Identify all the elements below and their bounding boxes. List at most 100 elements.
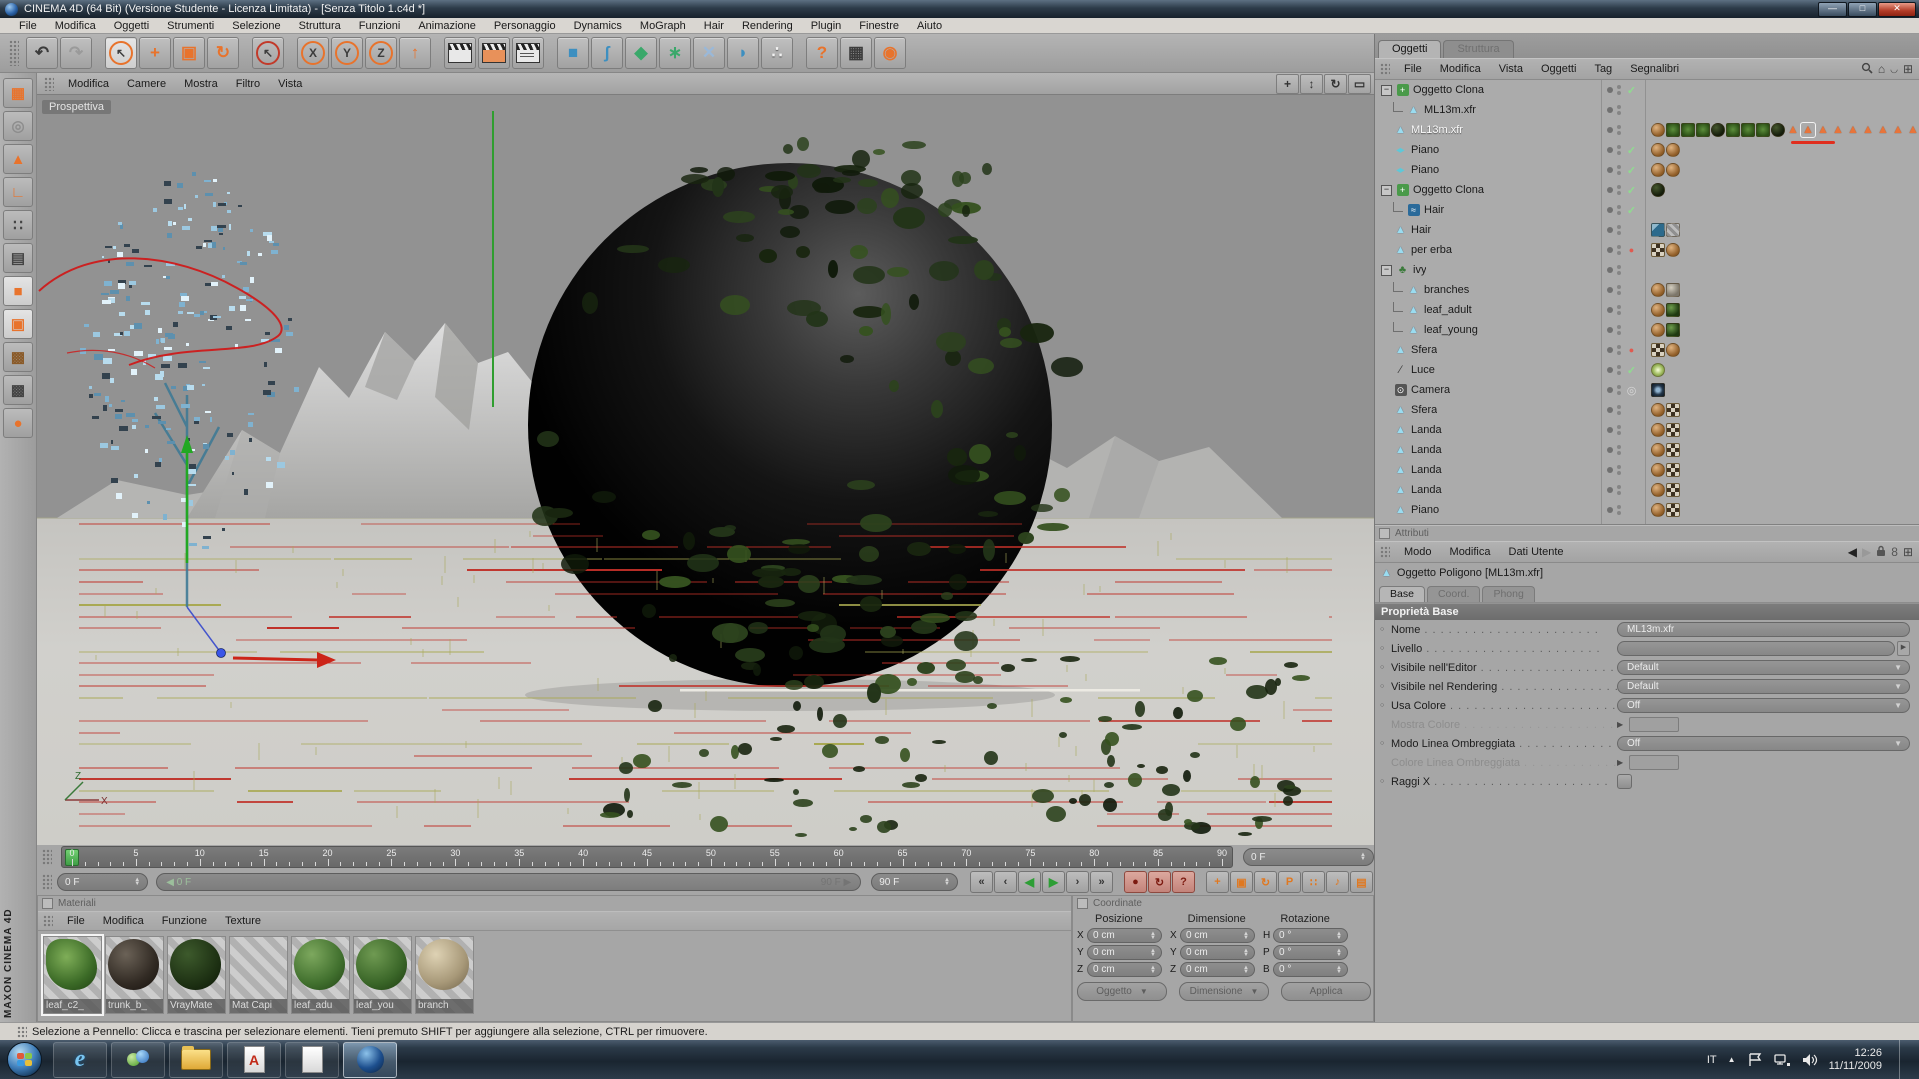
layer-dot-icon[interactable] [1607, 327, 1613, 333]
brown-tag[interactable] [1651, 443, 1665, 457]
search-icon[interactable] [1861, 62, 1873, 77]
tree-item-ml13m-xfr[interactable]: ▲ ML13m.xfr ▲ ▲ ▲ ▲ ▲ ▲ ▲ ▲ ▲ [1375, 120, 1919, 144]
record-parameter-toggle[interactable]: P [1278, 871, 1301, 893]
tree-item-per-erba[interactable]: ▲ per erba ● [1375, 240, 1919, 260]
enabled-check-icon[interactable]: ✓ [1625, 84, 1638, 97]
visibility-dots-icon[interactable] [1617, 365, 1621, 375]
goto-start-button[interactable]: « [970, 871, 993, 893]
visibility-dots-icon[interactable] [1617, 285, 1621, 295]
tree-tag[interactable] [1666, 123, 1680, 137]
checker-tag[interactable] [1666, 463, 1680, 477]
coord-input-x[interactable]: 0 cm ▲ ▼ [1180, 928, 1255, 943]
object-name[interactable]: Landa [1411, 424, 1442, 436]
brown-tag[interactable] [1651, 143, 1665, 157]
move-tool[interactable]: + [139, 37, 171, 69]
layer-dot-icon[interactable] [1607, 107, 1613, 113]
layer-dot-icon[interactable] [1607, 187, 1613, 193]
layer-dot-icon[interactable] [1607, 507, 1613, 513]
rotate-tool[interactable]: ↻ [207, 37, 239, 69]
menu-funzioni[interactable]: Funzioni [350, 20, 410, 32]
object-name[interactable]: Hair [1411, 224, 1431, 236]
hairbrush-tag[interactable] [1651, 223, 1665, 237]
add-deformer[interactable]: ✕ [693, 37, 725, 69]
uv-polygon-mode-button[interactable]: ▣ [3, 309, 33, 339]
tree-item-landa[interactable]: ▲ Landa [1375, 440, 1919, 460]
tree-item-hair[interactable]: ≈ Hair ✓ [1375, 200, 1919, 220]
layer-dot-icon[interactable] [1607, 427, 1613, 433]
tree-tag[interactable] [1741, 123, 1755, 137]
coordinate-system[interactable]: ↑ [399, 37, 431, 69]
materials-menu-file[interactable]: File [58, 915, 94, 927]
color-swatch[interactable] [1629, 755, 1679, 770]
attr-dropdown-visibile-nel-rendering[interactable]: Default ▼ [1617, 679, 1910, 694]
link-icon[interactable]: 8 [1891, 545, 1898, 559]
minimize-button[interactable]: — [1818, 2, 1847, 17]
tree-tag[interactable] [1681, 123, 1695, 137]
expand-arrow-icon[interactable]: ▶ [1617, 720, 1629, 729]
object-name[interactable]: Oggetto Clona [1413, 184, 1484, 196]
tab-struttura[interactable]: Struttura [1443, 40, 1514, 58]
maximize-button[interactable]: □ [1848, 2, 1877, 17]
apply-button[interactable]: Applica [1281, 982, 1371, 1001]
axis-mode-button[interactable]: ∟ [3, 177, 33, 207]
visibility-dots-icon[interactable] [1617, 205, 1621, 215]
object-name[interactable]: leaf_young [1424, 324, 1478, 336]
expander-icon[interactable]: − [1381, 84, 1392, 96]
viewport-pan-button[interactable]: + [1276, 73, 1299, 94]
viewport-maximize-button[interactable]: ▭ [1348, 73, 1371, 94]
tray-expand-icon[interactable]: ▲ [1728, 1055, 1736, 1064]
layer-dot-icon[interactable] [1607, 247, 1613, 253]
camlens-tag[interactable] [1651, 383, 1665, 397]
expander-icon[interactable]: − [1381, 264, 1392, 276]
checker-tag[interactable] [1666, 503, 1680, 517]
brown-tag[interactable] [1651, 483, 1665, 497]
stone-tag[interactable] [1666, 283, 1680, 297]
record-pla-toggle[interactable]: ∷ [1302, 871, 1325, 893]
viewport-menu-vista[interactable]: Vista [269, 78, 311, 90]
make-editable-button[interactable]: ▦ [3, 78, 33, 108]
visibility-dots-icon[interactable] [1617, 385, 1621, 395]
attr-menu-grip[interactable] [1380, 546, 1390, 558]
taskbar-clock[interactable]: 12:26 11/11/2009 [1829, 1047, 1882, 1073]
points-mode-button[interactable]: ∷ [3, 210, 33, 240]
checker-tag[interactable] [1666, 403, 1680, 417]
material-thumbnail[interactable]: leaf_c2_ [41, 934, 104, 1016]
expand-arrow-icon[interactable]: ▶ [1617, 758, 1629, 767]
tree-item-sfera[interactable]: ▲ Sfera ● [1375, 340, 1919, 360]
layer-dot-icon[interactable] [1607, 167, 1613, 173]
taskbar-messenger[interactable] [111, 1041, 165, 1078]
attr-layer-bar[interactable] [1617, 641, 1895, 656]
object-name[interactable]: ML13m.xfr [1424, 104, 1476, 116]
viewport[interactable]: Modifica Camere Mostra Filtro Vista + ↕ ↻ ▭ XZ P… [37, 73, 1374, 845]
tree-item-branches[interactable]: ▲ branches [1375, 280, 1919, 300]
menu-dynamics[interactable]: Dynamics [565, 20, 631, 32]
object-name[interactable]: ivy [1413, 264, 1426, 276]
current-frame-spinner-ruler[interactable]: 0 F ▲ ▼ [1243, 848, 1374, 866]
object-name[interactable]: leaf_adult [1424, 304, 1472, 316]
layer-dot-icon[interactable] [1607, 287, 1613, 293]
menu-mograph[interactable]: MoGraph [631, 20, 695, 32]
tree-item-hair[interactable]: ▲ Hair [1375, 220, 1919, 240]
brown-tag[interactable] [1666, 343, 1680, 357]
visibility-dots-icon[interactable] [1617, 405, 1621, 415]
enabled-check-icon[interactable]: ✓ [1625, 204, 1638, 217]
object-name[interactable]: ML13m.xfr [1411, 124, 1463, 136]
layer-dot-icon[interactable] [1607, 147, 1613, 153]
spinner-arrows-icon[interactable]: ▲ ▼ [1336, 965, 1342, 975]
checker-tag[interactable] [1651, 243, 1665, 257]
menu-file[interactable]: File [10, 20, 46, 32]
om-menu-grip[interactable] [1380, 63, 1390, 75]
show-desktop-button[interactable] [1899, 1040, 1909, 1079]
close-button[interactable]: ✕ [1878, 2, 1916, 17]
spinner-arrows-icon[interactable]: ▲ ▼ [944, 877, 950, 887]
om-menu-vista[interactable]: Vista [1490, 63, 1532, 75]
object-name[interactable]: Piano [1411, 144, 1439, 156]
keyframe-circle-icon[interactable]: ○ [1380, 683, 1391, 690]
spinner-arrows-icon[interactable]: ▲ ▼ [134, 877, 140, 887]
object-name[interactable]: Luce [1411, 364, 1435, 376]
tree-item-oggetto-clona[interactable]: − + Oggetto Clona ✓ [1375, 80, 1919, 100]
visibility-dots-icon[interactable] [1617, 125, 1621, 135]
keyframe-circle-icon[interactable]: ○ [1380, 702, 1391, 709]
leafdark-tag[interactable] [1666, 323, 1680, 337]
menu-aiuto[interactable]: Aiuto [908, 20, 951, 32]
